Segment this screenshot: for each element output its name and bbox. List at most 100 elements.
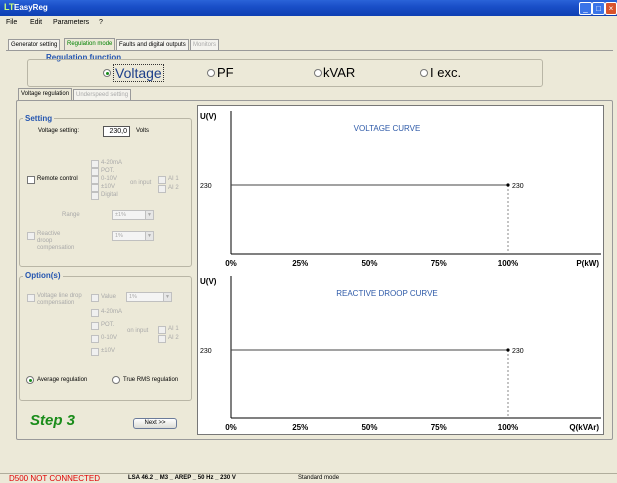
curve-point [506,183,510,187]
voltage-line-drop-checkbox[interactable] [27,294,35,302]
opt-4-20ma-checkbox[interactable] [91,309,99,317]
input-digital-checkbox[interactable] [91,192,99,200]
voltage-option-label[interactable]: Voltage [113,64,164,82]
x-tick-label: 0% [225,259,237,268]
opt-ai1-checkbox[interactable] [158,326,166,334]
opt-ai1-label: AI 1 [168,326,179,332]
range-combo[interactable]: ±1% ▼ [112,210,154,220]
y-tick-label: 230 [200,183,212,190]
tab-divider [6,50,613,51]
value-combo[interactable]: 1% ▼ [126,292,172,302]
step-label: Step 3 [30,412,76,429]
radio-kvar[interactable] [314,69,322,77]
menu-edit[interactable]: Edit [30,19,42,26]
value-combo-value: 1% [129,294,137,300]
chart-title: VOLTAGE CURVE [354,124,421,133]
reactive-droop-checkbox[interactable] [27,232,35,240]
x-axis-label: Q(kVAr) [569,423,599,432]
reactive-droop-combo[interactable]: 1% ▼ [112,231,154,241]
y-axis-label: U(V) [200,277,217,286]
point-label: 230 [512,348,524,355]
ai2-checkbox[interactable] [158,185,166,193]
chevron-down-icon: ▼ [163,293,171,301]
voltage-line-drop-label: Voltage line drop compensation [37,293,82,306]
ai2-label: AI 2 [168,185,179,191]
x-axis-label: P(kW) [576,259,599,268]
y-axis-label: U(V) [200,112,217,121]
opt-4-20ma-label: 4-20mA [101,309,123,315]
opt-pot-label: POT. [101,322,115,328]
menu-file[interactable]: File [6,19,17,26]
x-tick-label: 25% [292,423,308,432]
input-4-20ma-label: 4-20mA [101,160,123,166]
input-pot-checkbox[interactable] [91,168,99,176]
radio-iexc[interactable] [420,69,428,77]
input-0-10v-label: 0-10V [101,176,118,182]
x-tick-label: 50% [361,259,377,268]
input-0-10v-checkbox[interactable] [91,176,99,184]
remote-control-label: Remote control [37,176,78,182]
chevron-down-icon: ▼ [145,211,153,219]
value-checkbox[interactable] [91,294,99,302]
reactive-droop-label: Reactive droop compensation [37,231,75,251]
voltage-unit-label: Volts [136,128,150,134]
iexc-option-label[interactable]: I exc. [430,65,461,80]
range-label: Range [62,212,80,218]
opt-ai2-checkbox[interactable] [158,335,166,343]
point-label: 230 [512,183,524,190]
curve-point [506,348,510,352]
range-value: ±1% [115,212,126,218]
menu-parameters[interactable]: Parameters [53,19,89,26]
charts-svg: U(V) VOLTAGE CURVE 230 230 0% 25% 50% 75% 100% P(… [200,111,601,432]
y-tick-label: 230 [200,348,212,355]
voltage-setting-input[interactable]: 230,0 [103,126,130,137]
pf-option-label[interactable]: PF [217,65,234,80]
menu-help[interactable]: ? [99,19,103,26]
minimize-icon[interactable]: _ [579,2,592,15]
on-input-label: on input [130,180,152,186]
x-tick-label: 50% [361,423,377,432]
kvar-option-label[interactable]: kVAR [323,65,355,80]
opt-pm10v-label: ±10V [101,348,115,354]
setting-title: Setting [23,114,55,123]
window-title: EasyReg [14,3,48,12]
app-logo-icon: LT [4,2,15,12]
opt-ai2-label: AI 2 [168,335,179,341]
input-4-20ma-checkbox[interactable] [91,160,99,168]
reactive-droop-value: 1% [115,233,123,239]
opt-0-10v-label: 0-10V [101,335,118,341]
mode-status: Standard mode [298,475,340,481]
x-tick-label: 100% [498,259,518,268]
radio-true-rms[interactable] [112,376,120,384]
title-bar: LT EasyReg _ □ × [0,0,617,16]
next-button[interactable]: Next >> [133,418,177,429]
value-label: Value [101,294,116,300]
input-pm10v-label: ±10V [101,184,115,190]
voltage-setting-label: Voltage setting: [38,128,80,134]
x-tick-label: 100% [498,423,518,432]
maximize-icon[interactable]: □ [592,2,605,15]
radio-voltage[interactable] [103,69,111,77]
opt-on-input-label: on input [127,328,149,334]
input-pot-label: POT. [101,168,115,174]
input-pm10v-checkbox[interactable] [91,184,99,192]
ai1-label: AI 1 [168,176,179,182]
close-icon[interactable]: × [605,2,617,15]
x-tick-label: 75% [431,259,447,268]
x-tick-label: 75% [431,423,447,432]
chevron-down-icon: ▼ [145,232,153,240]
average-regulation-label: Average regulation [37,377,88,383]
true-rms-label: True RMS regulation [123,377,179,383]
opt-pot-checkbox[interactable] [91,322,99,330]
x-tick-label: 0% [225,423,237,432]
radio-pf[interactable] [207,69,215,77]
input-digital-label: Digital [101,192,118,198]
menu-bar [0,16,617,31]
remote-control-checkbox[interactable] [27,176,35,184]
chart-title: REACTIVE DROOP CURVE [336,289,438,298]
radio-average-regulation[interactable] [26,376,34,384]
opt-pm10v-checkbox[interactable] [91,348,99,356]
options-title: Option(s) [23,271,63,280]
opt-0-10v-checkbox[interactable] [91,335,99,343]
ai1-checkbox[interactable] [158,176,166,184]
